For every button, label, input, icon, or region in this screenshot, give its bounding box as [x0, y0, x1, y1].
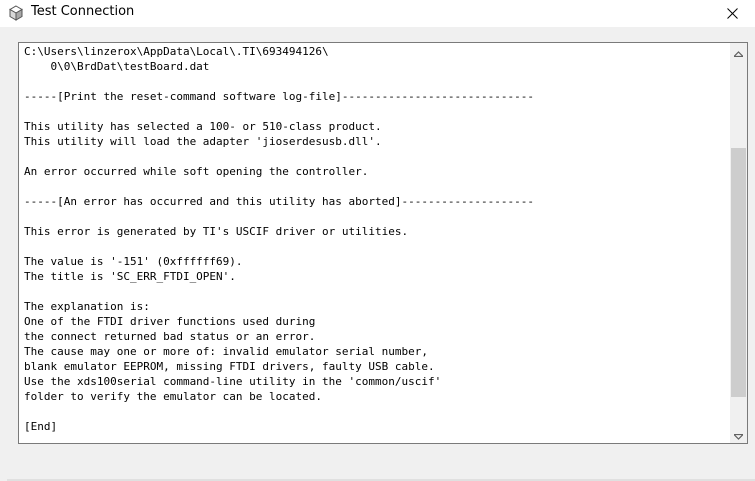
vertical-scrollbar[interactable]: [730, 43, 747, 443]
window-left-edge: [0, 27, 7, 481]
window-title: Test Connection: [31, 4, 135, 19]
scroll-up-arrow-icon: [732, 43, 745, 61]
close-button[interactable]: [709, 0, 755, 27]
log-text-area[interactable]: C:\Users\linzerox\AppData\Local\.TI\6934…: [18, 42, 748, 444]
title-bar[interactable]: Test Connection: [0, 0, 755, 27]
scroll-up-button[interactable]: [730, 43, 747, 60]
test-connection-window: Test Connection C:\Users\linzerox\AppDat…: [0, 0, 755, 481]
dialog-client-area: C:\Users\linzerox\AppData\Local\.TI\6934…: [0, 27, 755, 481]
close-icon: [726, 8, 738, 19]
scroll-thumb[interactable]: [731, 148, 746, 397]
app-cube-icon: [8, 5, 24, 21]
scroll-down-arrow-icon: [732, 425, 745, 443]
log-text[interactable]: C:\Users\linzerox\AppData\Local\.TI\6934…: [24, 44, 534, 434]
scroll-down-button[interactable]: [730, 426, 747, 443]
